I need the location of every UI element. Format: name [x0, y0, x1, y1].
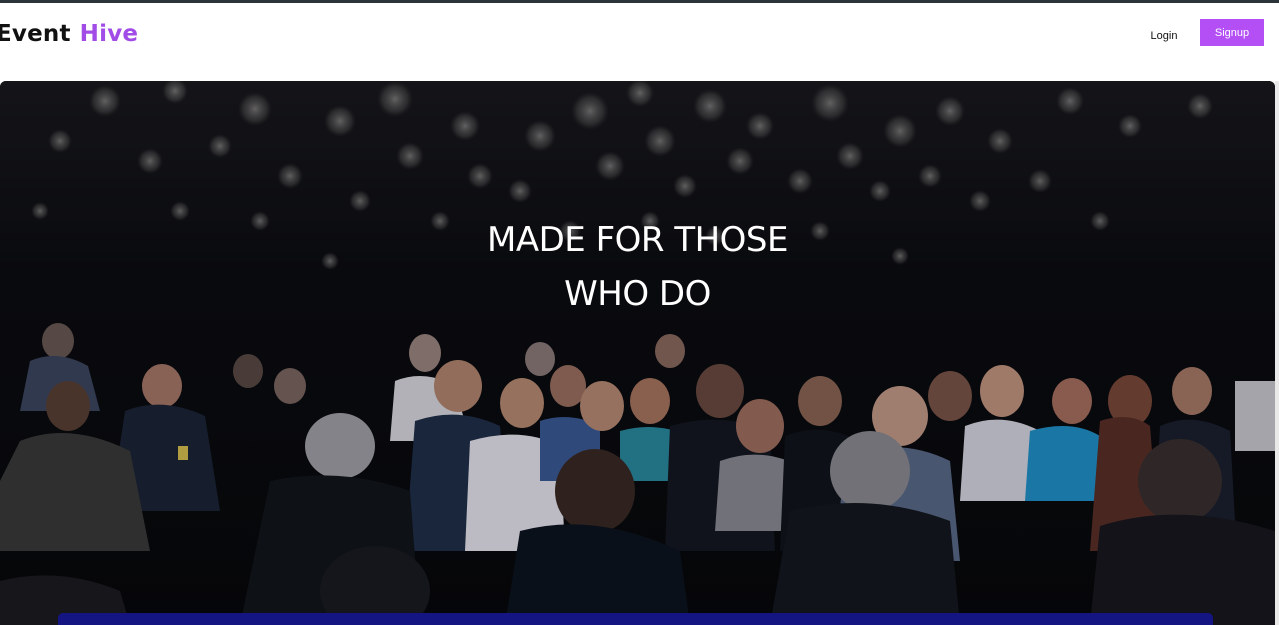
- page-scrollbar[interactable]: [1275, 81, 1279, 625]
- brand-logo[interactable]: Event Hive: [0, 21, 138, 47]
- signup-button[interactable]: Signup: [1200, 19, 1264, 46]
- hero-headline-line1: MADE FOR THOSE: [487, 220, 788, 260]
- navbar: Event Hive Login Signup: [0, 3, 1279, 81]
- brand-name-second: Hive: [79, 21, 139, 47]
- hero-headline-line2: WHO DO: [564, 274, 711, 314]
- hero-background-image: [0, 81, 1275, 625]
- brand-name-first: Event: [0, 21, 71, 47]
- hero-banner: MADE FOR THOSE WHO DO: [0, 81, 1275, 625]
- search-panel-top-edge: [58, 613, 1213, 625]
- hero-headline: MADE FOR THOSE WHO DO: [0, 213, 1275, 321]
- login-button[interactable]: Login: [1140, 23, 1188, 47]
